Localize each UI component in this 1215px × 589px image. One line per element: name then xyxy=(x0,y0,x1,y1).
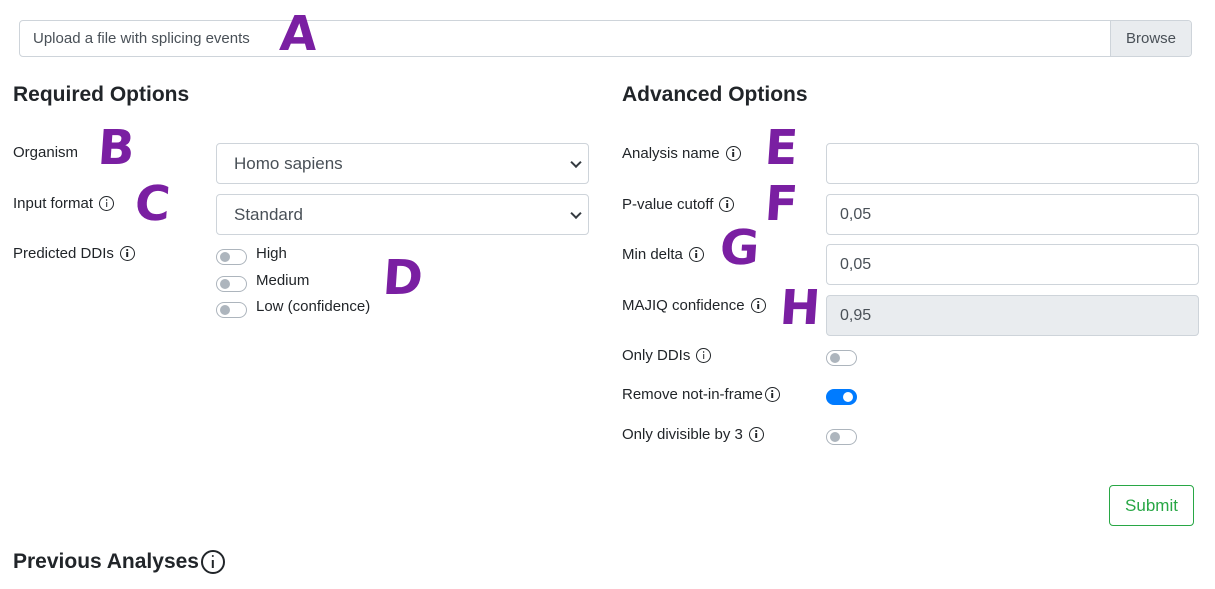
info-icon[interactable] xyxy=(764,387,780,402)
file-upload-placeholder: Upload a file with splicing events xyxy=(33,30,250,47)
info-icon[interactable] xyxy=(750,298,766,313)
only-divisible-by-3-label: Only divisible by 3 xyxy=(622,426,764,443)
organism-label: Organism xyxy=(13,144,78,161)
annotation-d: D xyxy=(381,250,425,306)
majiq-confidence-value: 0,95 xyxy=(840,306,872,324)
remove-not-in-frame-switch[interactable] xyxy=(826,389,857,405)
browse-button[interactable]: Browse xyxy=(1110,21,1191,56)
predicted-ddis-label-text: Predicted DDIs xyxy=(13,245,114,262)
chevron-down-icon xyxy=(570,207,582,219)
pvalue-cutoff-label: P-value cutoff xyxy=(622,196,735,213)
ddi-medium-label: Medium xyxy=(256,272,310,289)
min-delta-label: Min delta xyxy=(622,246,704,263)
pvalue-cutoff-value: 0,05 xyxy=(840,205,872,223)
chevron-down-icon xyxy=(570,156,582,168)
ddi-high-switch[interactable] xyxy=(216,249,247,265)
only-ddis-label: Only DDIs xyxy=(622,347,712,364)
pvalue-cutoff-label-text: P-value cutoff xyxy=(622,196,714,213)
only-ddis-switch[interactable] xyxy=(826,350,857,366)
info-icon[interactable] xyxy=(201,550,225,574)
analysis-name-input[interactable] xyxy=(826,143,1199,184)
predicted-ddis-label: Predicted DDIs xyxy=(13,245,135,262)
ddi-medium-switch[interactable] xyxy=(216,276,247,292)
only-divisible-by-3-label-text: Only divisible by 3 xyxy=(622,426,743,443)
annotation-a: A xyxy=(278,6,320,62)
previous-analyses-heading: Previous Analyses xyxy=(13,550,225,574)
ddi-low-label: Low (confidence) xyxy=(256,298,371,315)
info-icon[interactable] xyxy=(748,427,764,442)
annotation-e: E xyxy=(763,120,800,176)
min-delta-label-text: Min delta xyxy=(622,246,683,263)
only-ddis-label-text: Only DDIs xyxy=(622,347,691,364)
pvalue-cutoff-input[interactable]: 0,05 xyxy=(826,194,1199,235)
min-delta-input[interactable]: 0,05 xyxy=(826,244,1199,285)
min-delta-value: 0,05 xyxy=(840,255,872,273)
annotation-c: C xyxy=(133,176,173,232)
majiq-confidence-label-text: MAJIQ confidence xyxy=(622,297,745,314)
annotation-g: G xyxy=(718,220,762,276)
info-icon[interactable] xyxy=(725,146,741,161)
input-format-select-value: Standard xyxy=(234,204,303,224)
submit-button[interactable]: Submit xyxy=(1109,485,1194,526)
file-upload-input[interactable]: Upload a file with splicing events Brows… xyxy=(19,20,1192,57)
input-format-select[interactable]: Standard xyxy=(216,194,589,235)
organism-select[interactable]: Homo sapiens xyxy=(216,143,589,184)
majiq-confidence-label: MAJIQ confidence xyxy=(622,297,766,314)
info-icon[interactable] xyxy=(119,246,135,261)
annotation-b: B xyxy=(96,120,137,176)
analysis-name-label: Analysis name xyxy=(622,145,741,162)
info-icon[interactable] xyxy=(688,247,704,262)
previous-analyses-title: Previous Analyses xyxy=(13,550,199,573)
annotation-h: H xyxy=(778,280,823,336)
ddi-low-switch[interactable] xyxy=(216,302,247,318)
organism-select-value: Homo sapiens xyxy=(234,153,343,173)
info-icon[interactable] xyxy=(99,196,115,211)
input-format-label: Input format xyxy=(13,195,115,212)
only-divisible-by-3-switch[interactable] xyxy=(826,429,857,445)
majiq-confidence-input: 0,95 xyxy=(826,295,1199,336)
remove-not-in-frame-label: Remove not-in-frame xyxy=(622,386,780,403)
input-format-label-text: Input format xyxy=(13,195,94,212)
organism-label-text: Organism xyxy=(13,144,79,161)
remove-not-in-frame-label-text: Remove not-in-frame xyxy=(622,386,763,403)
ddi-high-label: High xyxy=(256,245,287,262)
info-icon[interactable] xyxy=(719,197,735,212)
required-options-title: Required Options xyxy=(13,83,190,106)
info-icon[interactable] xyxy=(696,348,712,363)
analysis-name-label-text: Analysis name xyxy=(622,145,720,162)
annotation-f: F xyxy=(763,176,800,232)
advanced-options-title: Advanced Options xyxy=(622,83,808,106)
